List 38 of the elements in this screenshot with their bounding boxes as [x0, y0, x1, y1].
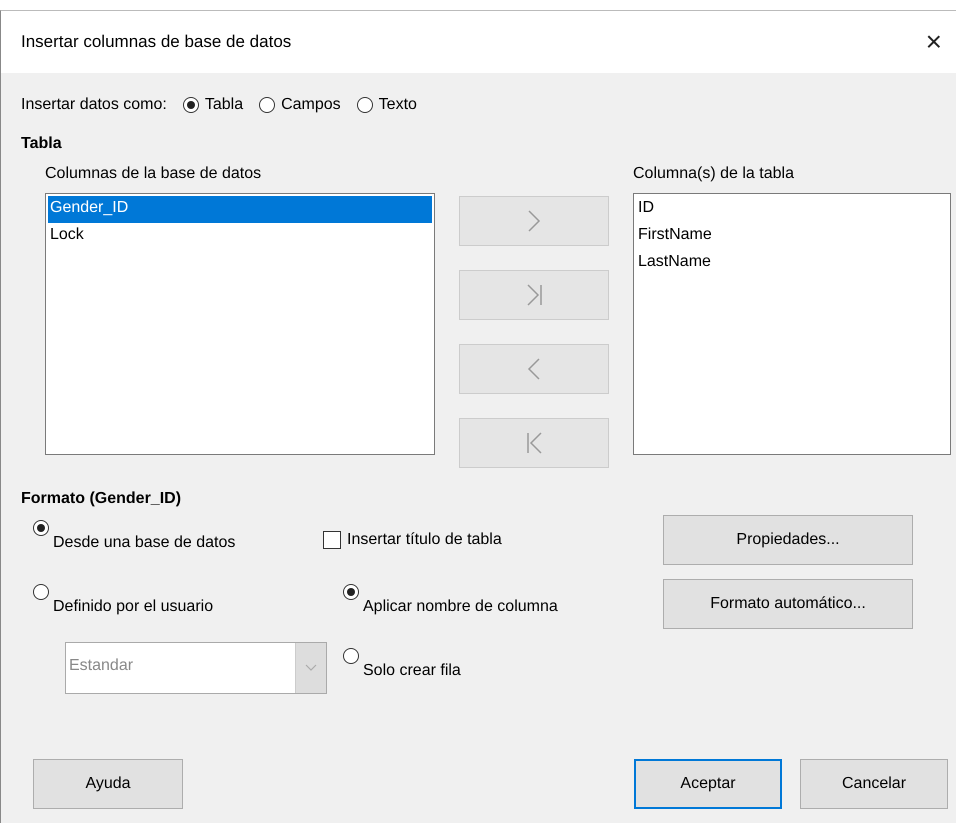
radio-label[interactable]: Campos	[281, 96, 341, 114]
autoformat-button[interactable]: Formato automático...	[663, 579, 913, 629]
radio-button[interactable]	[182, 97, 199, 113]
radio-button[interactable]	[33, 520, 49, 536]
list-item[interactable]: Gender_ID	[48, 196, 432, 223]
radio-button[interactable]	[356, 97, 373, 113]
radio-button[interactable]	[343, 584, 359, 600]
radio-button[interactable]	[343, 648, 359, 664]
dialog-button[interactable]: Cancelar	[800, 759, 948, 809]
help-button[interactable]: Ayuda	[33, 759, 183, 809]
list-item[interactable]: LastName	[636, 250, 948, 277]
list-item[interactable]: ID	[636, 196, 948, 223]
section-heading: Tabla	[21, 135, 63, 153]
radio-label[interactable]: Definido por el usuario	[53, 598, 214, 616]
properties-button[interactable]: Propiedades...	[663, 515, 913, 565]
insert-as-label: Insertar datos como:	[21, 96, 167, 114]
chevron-right-bar-icon	[525, 282, 543, 308]
checkbox[interactable]	[323, 531, 341, 549]
list-label: Columnas de la base de datos	[45, 165, 262, 183]
window-title: Insertar columnas de base de datos	[21, 32, 292, 52]
column-list[interactable]: ID FirstName LastName	[633, 193, 951, 455]
radio-label[interactable]: Desde una base de datos	[53, 534, 236, 552]
radio-label[interactable]: Tabla	[204, 96, 244, 114]
chevron-down-icon	[305, 664, 317, 672]
column-list[interactable]: Gender_ID Lock	[45, 193, 435, 455]
bar-chevron-left-icon	[525, 430, 543, 456]
radio-label[interactable]: Aplicar nombre de columna	[363, 598, 558, 616]
checkbox-label[interactable]: Insertar título de tabla	[347, 531, 502, 549]
list-item[interactable]: FirstName	[636, 223, 948, 250]
close-button[interactable]: ×	[920, 26, 948, 58]
radio-label[interactable]: Solo crear fila	[363, 662, 461, 680]
radio-button[interactable]	[33, 584, 49, 600]
radio-button[interactable]	[259, 97, 276, 113]
dialog-button[interactable]: Aceptar	[634, 759, 782, 809]
list-label: Columna(s) de la tabla	[633, 165, 795, 183]
list-item[interactable]: Lock	[48, 223, 432, 250]
section-heading: Formato (Gender_ID)	[21, 490, 182, 508]
radio-label[interactable]: Texto	[378, 96, 417, 114]
